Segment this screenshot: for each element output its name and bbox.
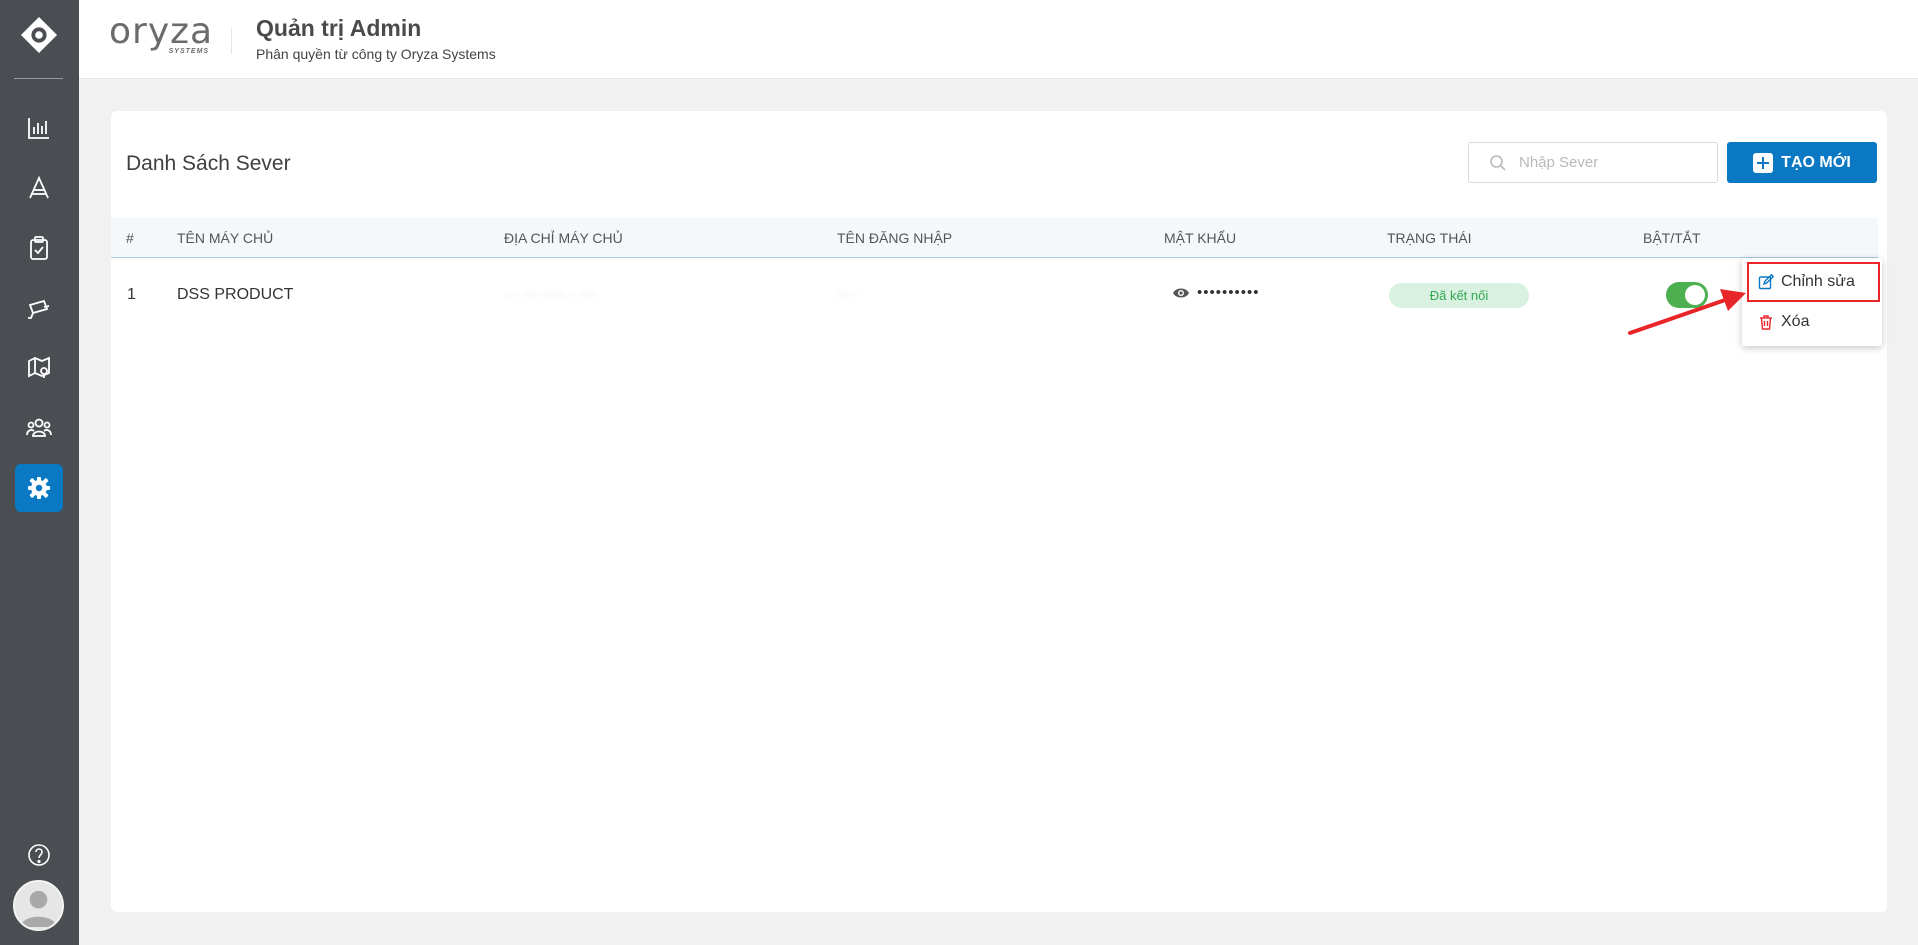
sidebar-item-dashboard[interactable] bbox=[15, 104, 63, 152]
table-header: # TÊN MÁY CHỦ ĐỊA CHỈ MÁY CHỦ TÊN ĐĂNG N… bbox=[111, 218, 1878, 258]
oryza-logo-icon[interactable] bbox=[20, 16, 58, 54]
search-box[interactable] bbox=[1468, 142, 1718, 183]
row-context-menu: Chỉnh sửa Xóa bbox=[1742, 258, 1882, 346]
menu-item-edit[interactable]: Chỉnh sửa bbox=[1742, 263, 1882, 301]
column-header-username: TÊN ĐĂNG NHẬP bbox=[837, 230, 953, 246]
settings-gear-icon bbox=[28, 477, 50, 499]
top-header: oryza SYSTEMS Quản trị Admin Phân quyền … bbox=[79, 0, 1918, 79]
create-new-label: TẠO MỚI bbox=[1781, 153, 1851, 171]
column-header-server-address: ĐỊA CHỈ MÁY CHỦ bbox=[504, 230, 623, 246]
bar-chart-icon bbox=[28, 118, 49, 139]
search-icon bbox=[1490, 154, 1506, 171]
sidebar-divider bbox=[14, 78, 63, 79]
password-mask: •••••••••• bbox=[1197, 284, 1260, 301]
trash-icon bbox=[1760, 315, 1772, 330]
server-list-card: Danh Sách Sever TẠO MỚI # TÊN MÁY CHỦ ĐỊ… bbox=[111, 111, 1887, 912]
sidebar-item-users[interactable] bbox=[15, 404, 63, 452]
brand-logo[interactable]: oryza SYSTEMS bbox=[109, 14, 213, 58]
create-new-button[interactable]: TẠO MỚI bbox=[1727, 142, 1877, 183]
page-subtitle: Phân quyền từ công ty Oryza Systems bbox=[256, 46, 496, 62]
plus-square-icon bbox=[1753, 152, 1774, 173]
sidebar-item-map[interactable] bbox=[15, 344, 63, 392]
edit-icon bbox=[1758, 274, 1774, 290]
column-header-server-name: TÊN MÁY CHỦ bbox=[177, 230, 274, 246]
cell-server-name: DSS PRODUCT bbox=[177, 286, 294, 303]
map-pin-icon bbox=[28, 356, 50, 378]
toggle-knob bbox=[1685, 285, 1705, 305]
user-avatar-icon bbox=[20, 890, 57, 928]
brand-subtext: SYSTEMS bbox=[168, 48, 210, 55]
enable-toggle[interactable] bbox=[1666, 282, 1708, 308]
cell-server-address: · · ··· ···· · ··· bbox=[504, 286, 596, 303]
header-divider bbox=[231, 28, 232, 54]
menu-item-delete-label: Xóa bbox=[1781, 313, 1810, 330]
help-circle-icon[interactable] bbox=[26, 842, 52, 868]
sidebar-item-settings[interactable] bbox=[15, 464, 63, 512]
clipboard-check-icon bbox=[30, 236, 48, 260]
status-badge: Đã kết nối bbox=[1389, 283, 1529, 308]
sidebar-item-camera[interactable] bbox=[15, 284, 63, 332]
eye-icon[interactable] bbox=[1172, 287, 1190, 299]
search-input[interactable] bbox=[1519, 154, 1709, 171]
sidebar bbox=[0, 0, 79, 945]
brand-wordmark: oryza bbox=[109, 11, 214, 52]
column-header-toggle: BẬT/TẮT bbox=[1643, 230, 1701, 246]
users-icon bbox=[26, 418, 52, 437]
avatar[interactable] bbox=[13, 880, 64, 931]
column-header-index: # bbox=[126, 230, 134, 246]
column-header-status: TRẠNG THÁI bbox=[1387, 230, 1472, 246]
sidebar-item-text[interactable] bbox=[15, 164, 63, 212]
page-title: Quản trị Admin bbox=[256, 15, 422, 41]
table-row[interactable]: 1 DSS PRODUCT · · ··· ···· · ··· ·· · ••… bbox=[111, 259, 1878, 331]
menu-item-delete[interactable]: Xóa bbox=[1742, 303, 1882, 341]
sidebar-item-tasks[interactable] bbox=[15, 224, 63, 272]
cell-password: •••••••••• bbox=[1172, 284, 1260, 301]
text-a-icon bbox=[29, 175, 49, 199]
cell-username: ·· · bbox=[837, 286, 858, 303]
cell-index: 1 bbox=[127, 286, 136, 303]
camera-icon bbox=[28, 299, 50, 319]
section-title: Danh Sách Sever bbox=[126, 152, 291, 175]
menu-item-edit-label: Chỉnh sửa bbox=[1781, 273, 1855, 290]
column-header-password: MẬT KHẨU bbox=[1164, 230, 1237, 246]
